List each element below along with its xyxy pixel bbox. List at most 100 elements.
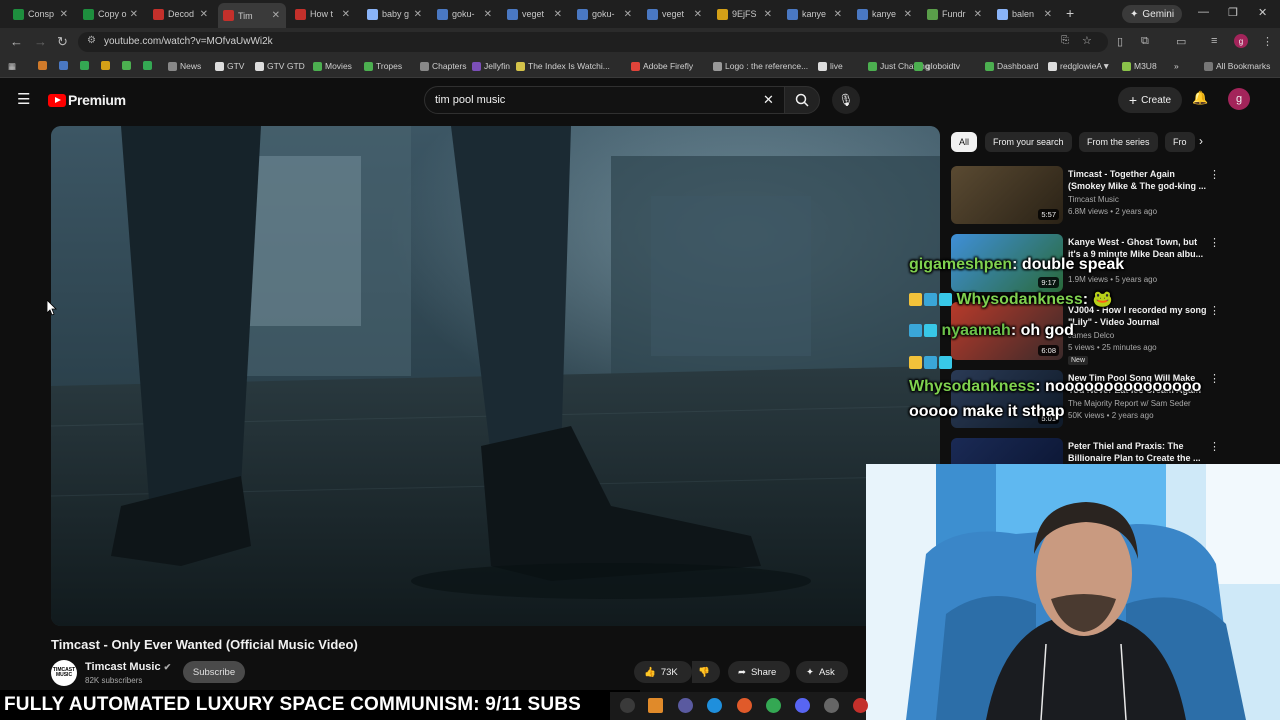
video-thumbnail[interactable]: 5:57 — [951, 166, 1063, 224]
like-button[interactable]: 👍 73K — [634, 661, 692, 683]
browser-tab[interactable]: veget ✕ — [642, 4, 708, 24]
filter-chip[interactable]: All — [951, 132, 978, 152]
maximize-icon[interactable]: ❐ — [1228, 6, 1238, 19]
channel-avatar[interactable]: TIMCAST MUSIC — [51, 660, 77, 686]
taskbar-app-icon[interactable] — [620, 698, 635, 713]
search-button[interactable] — [784, 86, 820, 114]
bookmark-item[interactable]: Logo : the reference... — [713, 61, 808, 71]
tab-close-icon[interactable]: ✕ — [272, 10, 286, 21]
close-window-icon[interactable]: ✕ — [1258, 6, 1267, 19]
share-button[interactable]: ➦ Share — [728, 661, 790, 683]
browser-tab[interactable]: goku- ✕ — [432, 4, 498, 24]
search-input[interactable]: tim pool music ✕ — [424, 86, 790, 114]
video-channel[interactable]: Timcast Music — [1068, 195, 1119, 204]
clear-search-icon[interactable]: ✕ — [763, 92, 774, 108]
bookmark-icon-only[interactable] — [59, 61, 68, 70]
video-title[interactable]: Peter Thiel and Praxis: The Billionaire … — [1068, 440, 1210, 464]
bookmark-item[interactable]: News — [168, 61, 201, 71]
bookmark-icon-only[interactable] — [80, 61, 89, 70]
tab-close-icon[interactable]: ✕ — [414, 9, 428, 20]
dislike-button[interactable]: 👎 — [692, 661, 720, 683]
tab-close-icon[interactable]: ✕ — [694, 9, 708, 20]
bookmark-icon-only[interactable] — [143, 61, 152, 70]
browser-tab[interactable]: 9EjFS ✕ — [712, 4, 778, 24]
video-channel[interactable]: The Majority Report w/ Sam Seder — [1068, 399, 1191, 408]
vlc-icon[interactable] — [648, 698, 663, 713]
firefox-icon[interactable] — [737, 698, 752, 713]
chrome-icon[interactable] — [766, 698, 781, 713]
tab-close-icon[interactable]: ✕ — [60, 9, 74, 20]
more-options-icon[interactable]: ⋮ — [1209, 236, 1220, 249]
bookmark-item[interactable]: Jellyfin — [472, 61, 510, 71]
browser-tab[interactable]: baby g ✕ — [362, 4, 428, 24]
browser-tab[interactable]: goku- ✕ — [572, 4, 638, 24]
youtube-app-icon[interactable] — [853, 698, 868, 713]
tab-close-icon[interactable]: ✕ — [904, 9, 918, 20]
youtube-logo[interactable]: Premium — [48, 92, 126, 108]
obs-icon[interactable] — [824, 698, 839, 713]
bookmark-item[interactable]: live — [818, 61, 843, 71]
more-options-icon[interactable]: ⋮ — [1209, 440, 1220, 453]
browser-tab[interactable]: Copy o ✕ — [78, 4, 144, 24]
browser-tab[interactable]: Consp ✕ — [8, 4, 74, 24]
notifications-icon[interactable]: 🔔 — [1192, 90, 1208, 106]
apps-icon[interactable]: ▦ — [8, 61, 16, 72]
bookmark-item[interactable]: Movies — [313, 61, 352, 71]
gemini-button[interactable]: ✦ Gemini — [1122, 5, 1183, 23]
tab-close-icon[interactable]: ✕ — [342, 9, 356, 20]
reading-list-icon[interactable]: ▯ — [1117, 35, 1123, 48]
tab-close-icon[interactable]: ✕ — [554, 9, 568, 20]
back-icon[interactable]: ← — [10, 34, 23, 49]
chevron-right-icon[interactable]: › — [1199, 134, 1203, 148]
filter-chip[interactable]: Fro — [1165, 132, 1195, 152]
more-options-icon[interactable]: ⋮ — [1209, 168, 1220, 181]
new-tab-button[interactable]: + — [1066, 5, 1074, 21]
discord-icon[interactable] — [795, 698, 810, 713]
star-icon[interactable]: ☆ — [1082, 34, 1092, 47]
menu-dots-icon[interactable]: ⋮ — [1262, 35, 1273, 48]
channel-name[interactable]: Timcast Music ✔ — [85, 661, 171, 673]
bookmark-item[interactable]: GTV GTD — [255, 61, 305, 71]
browser-tab[interactable]: Fundr ✕ — [922, 4, 988, 24]
browser-tab[interactable]: kanye ✕ — [852, 4, 918, 24]
ask-button[interactable]: ✦ Ask — [796, 661, 848, 683]
browser-tab[interactable]: Tim ✕ — [218, 3, 286, 28]
more-options-icon[interactable]: ⋮ — [1209, 304, 1220, 317]
site-info-icon[interactable]: ⚙ — [87, 35, 96, 46]
recommended-video[interactable]: 5:57 Timcast - Together Again (Smokey Mik… — [951, 166, 1221, 226]
create-button[interactable]: + Create — [1118, 87, 1182, 113]
tab-close-icon[interactable]: ✕ — [200, 9, 214, 20]
taskbar-app-icon[interactable] — [678, 698, 693, 713]
bookmark-icon-only[interactable] — [101, 61, 110, 70]
bookmark-item[interactable]: M3U8 — [1122, 61, 1157, 71]
bookmark-item[interactable]: Dashboard — [985, 61, 1039, 71]
tab-close-icon[interactable]: ✕ — [834, 9, 848, 20]
browser-tab[interactable]: How t ✕ — [290, 4, 356, 24]
sidepanel-icon[interactable]: ▭ — [1176, 35, 1186, 48]
browser-tab[interactable]: Decod ✕ — [148, 4, 214, 24]
address-bar[interactable]: ⚙ youtube.com/watch?v=MOfvaUwWi2k ⎘ ☆ — [78, 32, 1108, 52]
reload-icon[interactable]: ↻ — [57, 34, 68, 50]
subscribe-button[interactable]: Subscribe — [183, 661, 245, 683]
tab-close-icon[interactable]: ✕ — [130, 9, 144, 20]
tab-close-icon[interactable]: ✕ — [974, 9, 988, 20]
bookmark-item[interactable]: Adobe Firefly — [631, 61, 693, 71]
minimize-icon[interactable]: — — [1198, 6, 1209, 18]
install-icon[interactable]: ⎘ — [1061, 35, 1069, 46]
hamburger-icon[interactable]: ☰ — [17, 90, 30, 108]
tab-close-icon[interactable]: ✕ — [484, 9, 498, 20]
bookmark-item[interactable]: The Index Is Watchi... — [516, 61, 610, 71]
account-avatar[interactable]: g — [1228, 88, 1250, 110]
bookmark-item[interactable]: Chapters — [420, 61, 467, 71]
browser-tab[interactable]: kanye ✕ — [782, 4, 848, 24]
media-icon[interactable]: ≡ — [1211, 35, 1217, 47]
filter-chip[interactable]: From your search — [985, 132, 1072, 152]
profile-avatar[interactable]: g — [1234, 34, 1248, 48]
bookmark-item[interactable]: Tropes — [364, 61, 402, 71]
bookmark-item[interactable]: globoidtv — [914, 61, 960, 71]
browser-tab[interactable]: veget ✕ — [502, 4, 568, 24]
edge-icon[interactable] — [707, 698, 722, 713]
more-options-icon[interactable]: ⋮ — [1209, 372, 1220, 385]
all-bookmarks[interactable]: All Bookmarks — [1204, 61, 1270, 71]
tab-close-icon[interactable]: ✕ — [764, 9, 778, 20]
